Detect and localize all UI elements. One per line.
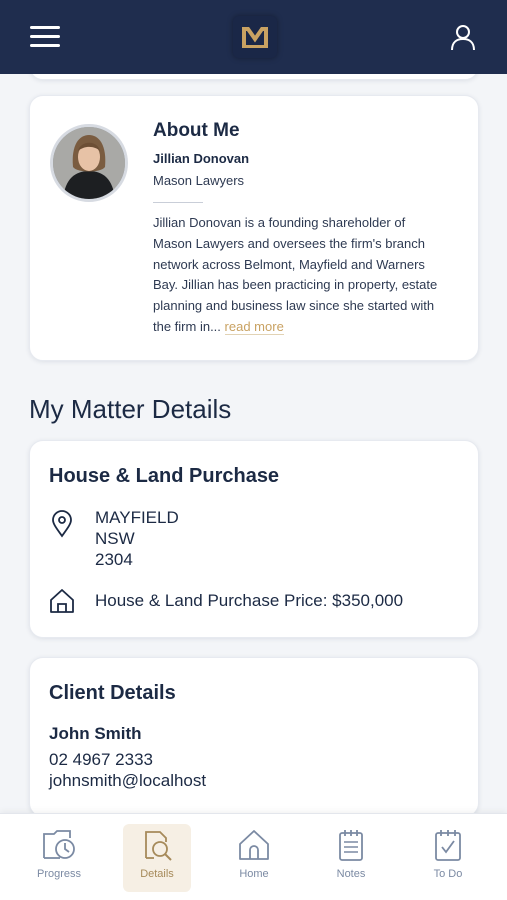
divider: [153, 202, 203, 203]
bio-line-last: the firm in... read more: [153, 317, 465, 338]
tab-label: Progress: [36, 868, 82, 880]
about-me-card: About Me Jillian Donovan Mason Lawyers J…: [29, 95, 479, 361]
home-icon: [239, 830, 269, 860]
address-state: NSW: [95, 529, 135, 548]
bottom-tab-bar: Progress Details Home Notes To Do: [0, 813, 507, 900]
purchase-price: House & Land Purchase Price: $350,000: [95, 591, 404, 610]
tab-progress[interactable]: Progress: [25, 824, 93, 892]
details-search-icon: [145, 831, 172, 861]
lawyer-bio: Jillian Donovan is a founding shareholde…: [153, 213, 465, 338]
tab-label: Home: [239, 868, 269, 880]
client-email[interactable]: johnsmith@localhost: [49, 771, 206, 791]
property-address: MAYFIELD NSW 2304: [95, 507, 179, 570]
mason-logo[interactable]: [233, 16, 277, 58]
client-phone[interactable]: 02 4967 2333: [49, 750, 153, 770]
logo-m-icon: [242, 27, 268, 48]
address-postcode: 2304: [95, 550, 133, 569]
bio-line: Bay. Jillian has been practicing in prop…: [153, 277, 438, 293]
read-more-link[interactable]: read more: [224, 318, 284, 335]
lawyer-name: Jillian Donovan: [153, 151, 250, 166]
tab-notes[interactable]: Notes: [317, 824, 385, 892]
bio-line: network across Belmont, Mayfield and War…: [153, 256, 425, 272]
tab-label: Notes: [336, 868, 366, 880]
top-app-bar: [0, 0, 507, 74]
tab-todo[interactable]: To Do: [414, 824, 482, 892]
user-account-icon[interactable]: [448, 22, 478, 52]
tab-details[interactable]: Details: [123, 824, 191, 892]
client-details-card[interactable]: Client Details John Smith 02 4967 2333 j…: [29, 657, 479, 814]
about-me-heading: About Me: [153, 120, 240, 141]
house-icon: [49, 588, 75, 619]
address-suburb: MAYFIELD: [95, 508, 179, 527]
matter-card[interactable]: House & Land Purchase MAYFIELD NSW 2304 …: [29, 440, 479, 638]
matter-title: House & Land Purchase: [49, 465, 280, 487]
todo-checklist-icon: [435, 830, 461, 861]
section-title: My Matter Details: [29, 394, 232, 424]
previous-card-edge: [29, 74, 479, 80]
bio-line: Jillian Donovan is a founding shareholde…: [153, 215, 406, 230]
avatar: [50, 124, 128, 202]
content-scroll-area[interactable]: About Me Jillian Donovan Mason Lawyers J…: [0, 74, 507, 814]
notes-icon: [339, 830, 363, 861]
location-pin-icon: [51, 510, 73, 543]
law-firm-name: Mason Lawyers: [153, 173, 245, 188]
client-name: John Smith: [49, 724, 142, 743]
bio-line: planning and business law since she star…: [153, 298, 435, 314]
client-details-heading: Client Details: [49, 682, 176, 704]
tab-label: To Do: [433, 868, 463, 880]
bio-line: the firm in...: [153, 318, 221, 334]
bio-line: Mason Lawyers and oversees the firm's br…: [153, 235, 425, 251]
tab-label: Details: [140, 868, 174, 880]
hamburger-menu-icon[interactable]: [30, 26, 60, 48]
tab-home[interactable]: Home: [220, 824, 288, 892]
progress-clock-icon: [43, 830, 75, 859]
